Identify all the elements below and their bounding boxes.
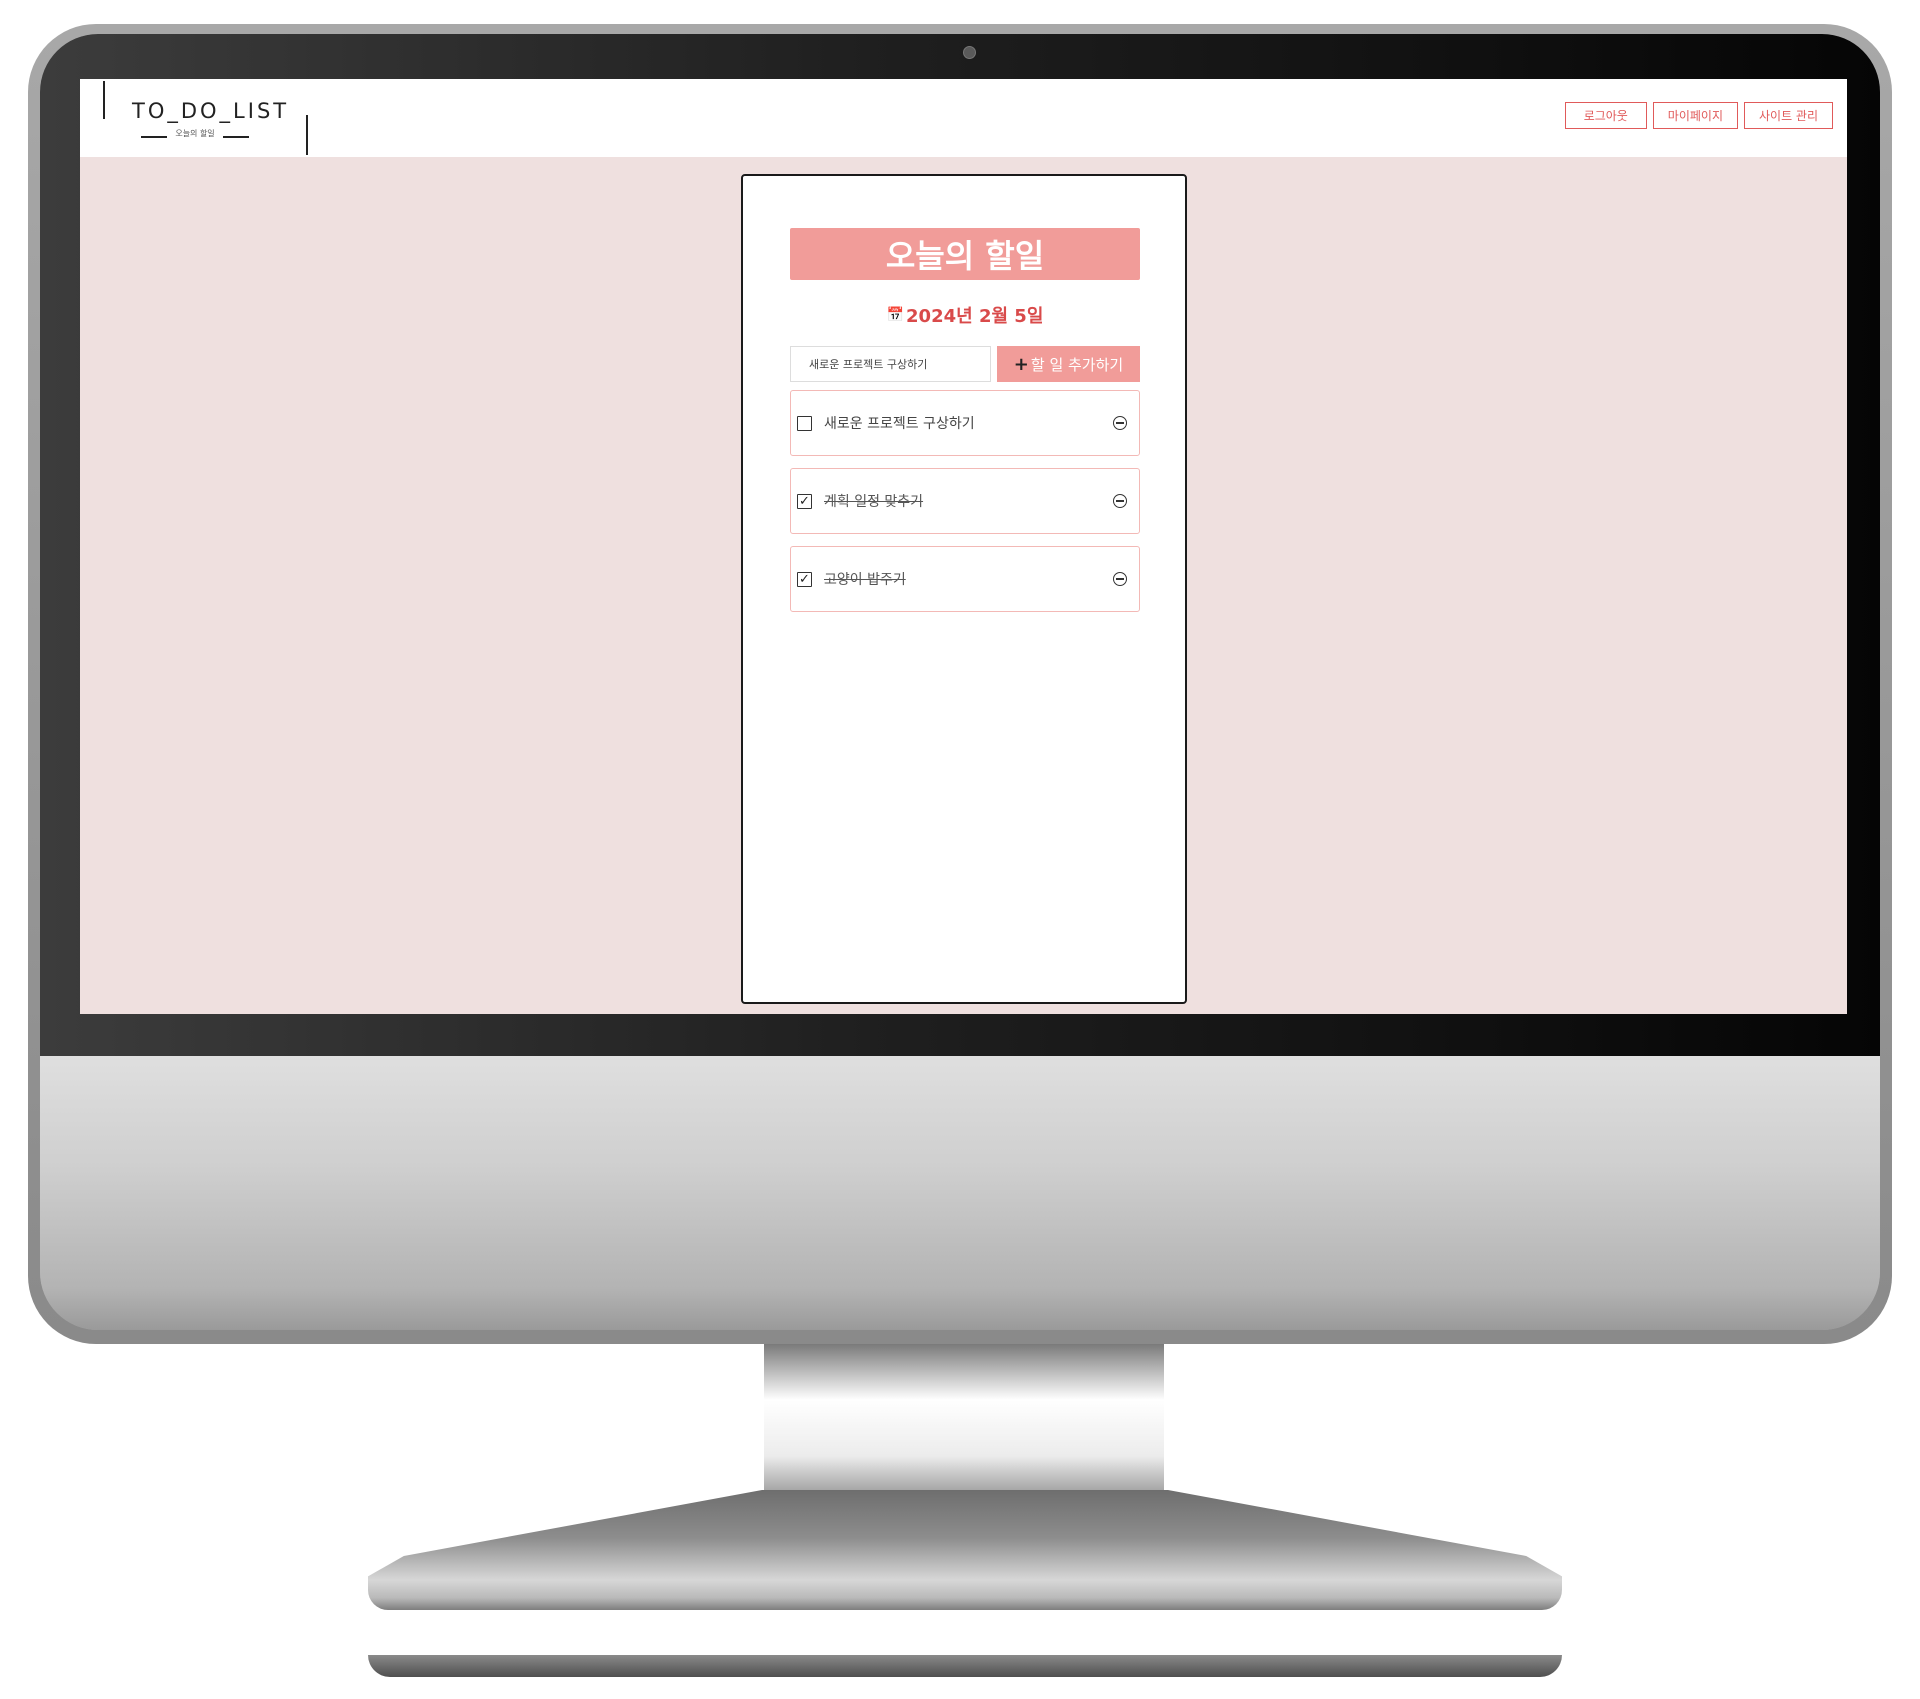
logo-dash-left [141,136,168,138]
list-item: 새로운 프로젝트 구상하기 [790,390,1140,456]
add-todo-button[interactable]: + 할 일 추가하기 [997,346,1140,382]
todo-checkbox-checked[interactable]: ✓ [797,571,812,587]
todo-text: 계획 일정 맞추기 [824,494,924,510]
header-nav: 로그아웃 마이페이지 사이트 관리 [1564,102,1833,129]
logo-bracket-right [306,115,308,155]
monitor-stand-neck [764,1344,1164,1504]
app-screen: TO_DO_LIST 오늘의 할일 로그아웃 마이페이지 사이트 관리 오늘의 … [80,79,1847,1014]
mypage-button[interactable]: 마이페이지 [1652,102,1738,129]
camera-icon [963,46,976,59]
add-todo-form: + 할 일 추가하기 [790,346,1140,382]
todo-checkbox-unchecked[interactable] [797,415,812,431]
logo-title[interactable]: TO_DO_LIST [132,99,289,123]
top-navbar: TO_DO_LIST 오늘의 할일 로그아웃 마이페이지 사이트 관리 [80,79,1847,157]
monitor-stand-base [368,1655,1562,1677]
plus-icon: + [1013,353,1029,375]
logo-subtitle-text: 오늘의 할일 [175,128,215,138]
logo-bracket-left [103,81,105,119]
remove-circle-icon[interactable] [1113,416,1127,430]
todo-text: 고양이 밥주기 [824,572,906,588]
date-text: 2024년 2월 5일 [906,306,1044,327]
todo-text: 새로운 프로젝트 구상하기 [824,416,975,432]
page-title: 오늘의 할일 [790,228,1140,280]
monitor-mockup: TO_DO_LIST 오늘의 할일 로그아웃 마이페이지 사이트 관리 오늘의 … [0,0,1920,1699]
monitor-chin [40,1056,1880,1330]
todo-input[interactable] [790,346,991,382]
logo-dash-right [222,136,249,138]
site-admin-button[interactable]: 사이트 관리 [1743,102,1833,129]
list-item: ✓ 계획 일정 맞추기 [790,468,1140,534]
todo-card: 오늘의 할일 📅 2024년 2월 5일 + 할 일 추가하기 새로운 프로젝트… [741,174,1187,1004]
list-item: ✓ 고양이 밥주기 [790,546,1140,612]
add-todo-button-label: 할 일 추가하기 [1030,355,1124,374]
monitor-stand-foot [368,1490,1562,1610]
date-display: 📅 2024년 2월 5일 [790,300,1140,330]
remove-circle-icon[interactable] [1113,572,1127,586]
todo-checkbox-checked[interactable]: ✓ [797,493,812,509]
remove-circle-icon[interactable] [1113,494,1127,508]
logout-button[interactable]: 로그아웃 [1564,102,1647,129]
calendar-icon: 📅 [886,307,905,323]
logo-subtitle: 오늘의 할일 [130,126,260,140]
todo-list: 새로운 프로젝트 구상하기 ✓ 계획 일정 맞추기 ✓ 고양이 밥주기 [790,390,1140,624]
